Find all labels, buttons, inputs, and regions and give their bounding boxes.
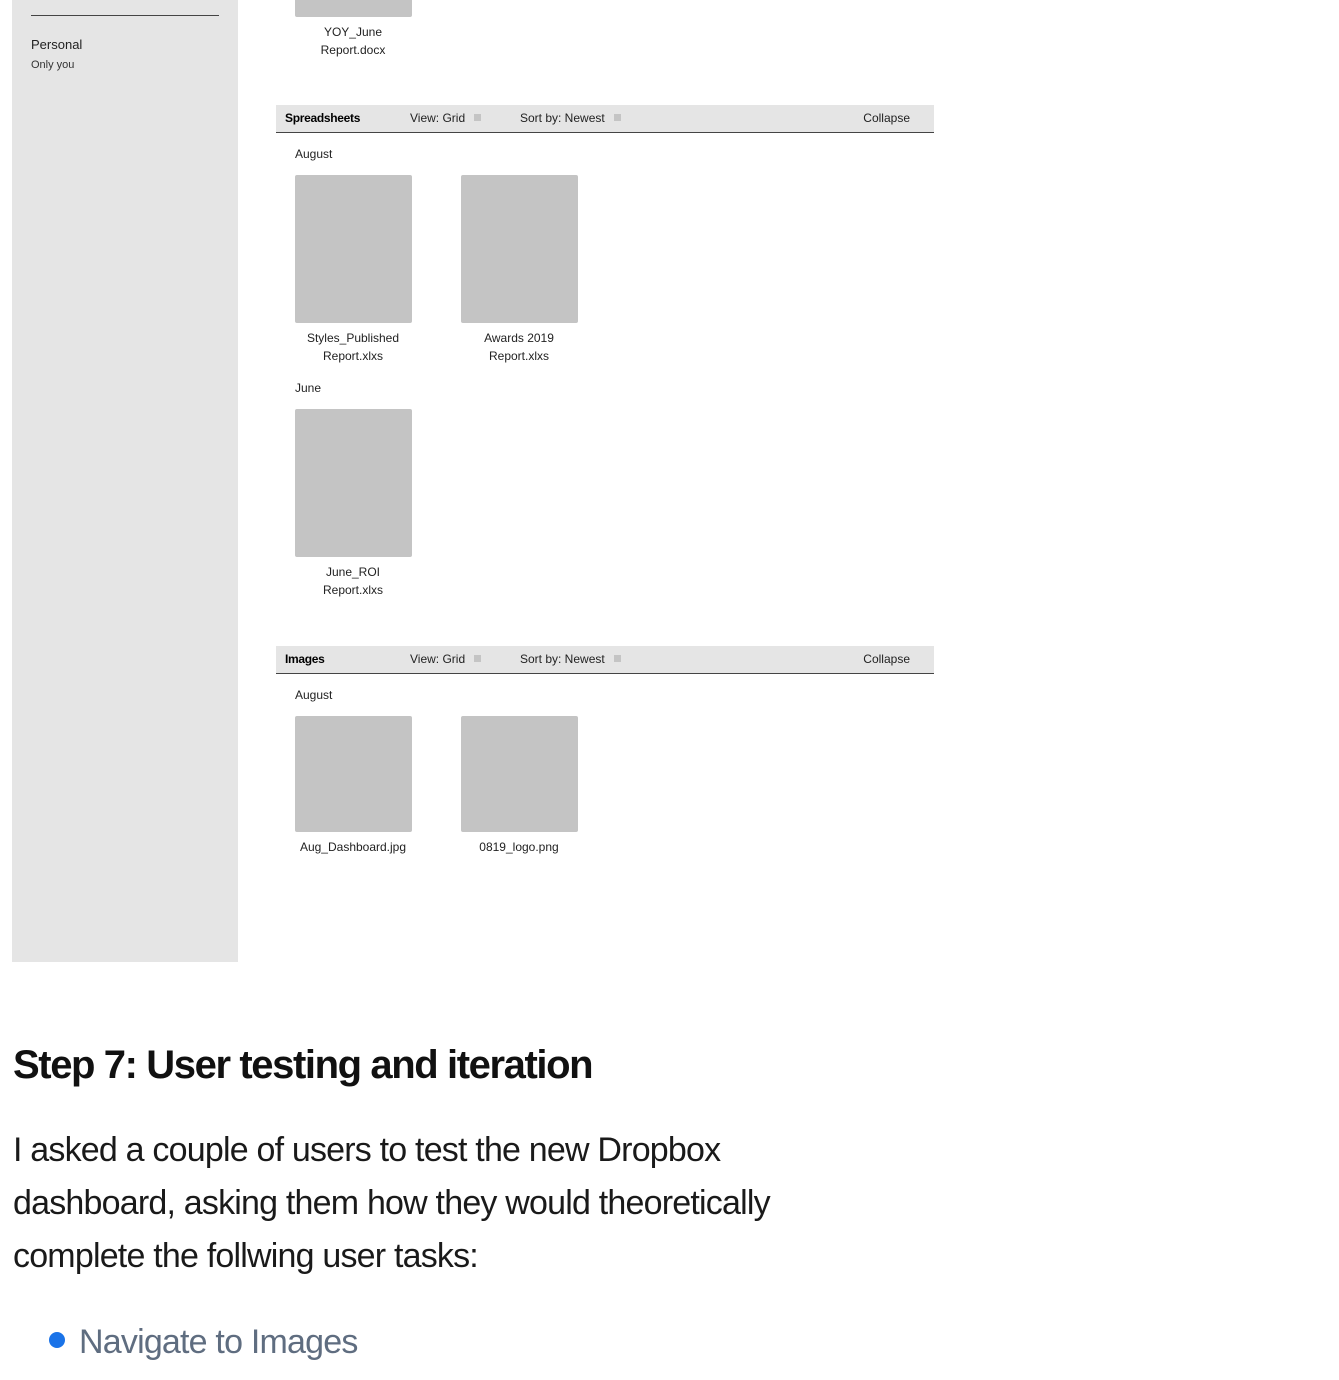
list-item: Navigate to Images	[49, 1323, 358, 1362]
month-label: August	[295, 688, 333, 702]
file-caption[interactable]: Styles_Published Report.xlxs	[278, 329, 428, 365]
list-item-text: Navigate to Images	[79, 1323, 358, 1361]
collapse-button[interactable]: Collapse	[863, 111, 910, 125]
file-caption[interactable]: Awards 2019 Report.xlxs	[444, 329, 594, 365]
file-name-line1: Styles_Published	[306, 331, 400, 345]
view-dropdown[interactable]: View: Grid	[410, 111, 482, 125]
section-title: Images	[285, 652, 325, 666]
sidebar: Personal Only you	[12, 0, 238, 962]
bullet-icon	[49, 1332, 65, 1348]
sort-label: Sort by: Newest	[520, 652, 605, 666]
file-name-line1: June_ROI	[325, 565, 381, 579]
file-thumbnail[interactable]	[295, 0, 412, 17]
dropdown-icon	[613, 655, 621, 662]
file-name-line2: Report.docx	[320, 43, 386, 57]
section-header-spreadsheets: Spreadsheets View: Grid Sort by: Newest …	[276, 105, 934, 133]
sort-label: Sort by: Newest	[520, 111, 605, 125]
file-name-line2: Report.xlxs	[322, 349, 384, 363]
file-name-line1: Awards 2019	[484, 331, 554, 345]
account-name[interactable]: Personal	[31, 37, 82, 52]
file-name: 0819_logo.png	[479, 840, 559, 854]
collapse-button[interactable]: Collapse	[863, 652, 910, 666]
section-title: Spreadsheets	[285, 111, 361, 125]
file-thumbnail[interactable]	[295, 716, 412, 832]
view-label: View: Grid	[410, 652, 466, 666]
month-label: June	[295, 381, 322, 395]
file-name: Aug_Dashboard.jpg	[299, 840, 407, 854]
file-thumbnail[interactable]	[461, 716, 578, 832]
file-name-line1: YOY_June	[323, 25, 383, 39]
dropdown-icon	[474, 655, 482, 662]
view-dropdown[interactable]: View: Grid	[410, 652, 482, 666]
view-label: View: Grid	[410, 111, 466, 125]
article-paragraph: I asked a couple of users to test the ne…	[13, 1131, 771, 1275]
sort-dropdown[interactable]: Sort by: Newest	[520, 652, 621, 666]
account-subtitle: Only you	[31, 59, 75, 71]
file-name-line2: Report.xlxs	[322, 583, 384, 597]
dropdown-icon	[613, 114, 621, 121]
file-caption[interactable]: Aug_Dashboard.jpg	[278, 838, 428, 856]
month-label: August	[295, 147, 333, 161]
task-list: Navigate to Images	[49, 1323, 358, 1362]
file-caption[interactable]: 0819_logo.png	[444, 838, 594, 856]
section-header-images: Images View: Grid Sort by: Newest Collap…	[276, 646, 934, 674]
file-thumbnail[interactable]	[295, 409, 412, 557]
dropdown-icon	[474, 114, 482, 121]
file-thumbnail[interactable]	[461, 175, 578, 323]
file-thumbnail[interactable]	[295, 175, 412, 323]
file-name-line2: Report.xlxs	[488, 349, 550, 363]
file-caption[interactable]: YOY_June Report.docx	[278, 23, 428, 59]
file-caption[interactable]: June_ROI Report.xlxs	[278, 563, 428, 599]
sort-dropdown[interactable]: Sort by: Newest	[520, 111, 621, 125]
article-heading: Step 7: User testing and iteration	[13, 1043, 594, 1087]
sidebar-divider	[31, 15, 219, 16]
